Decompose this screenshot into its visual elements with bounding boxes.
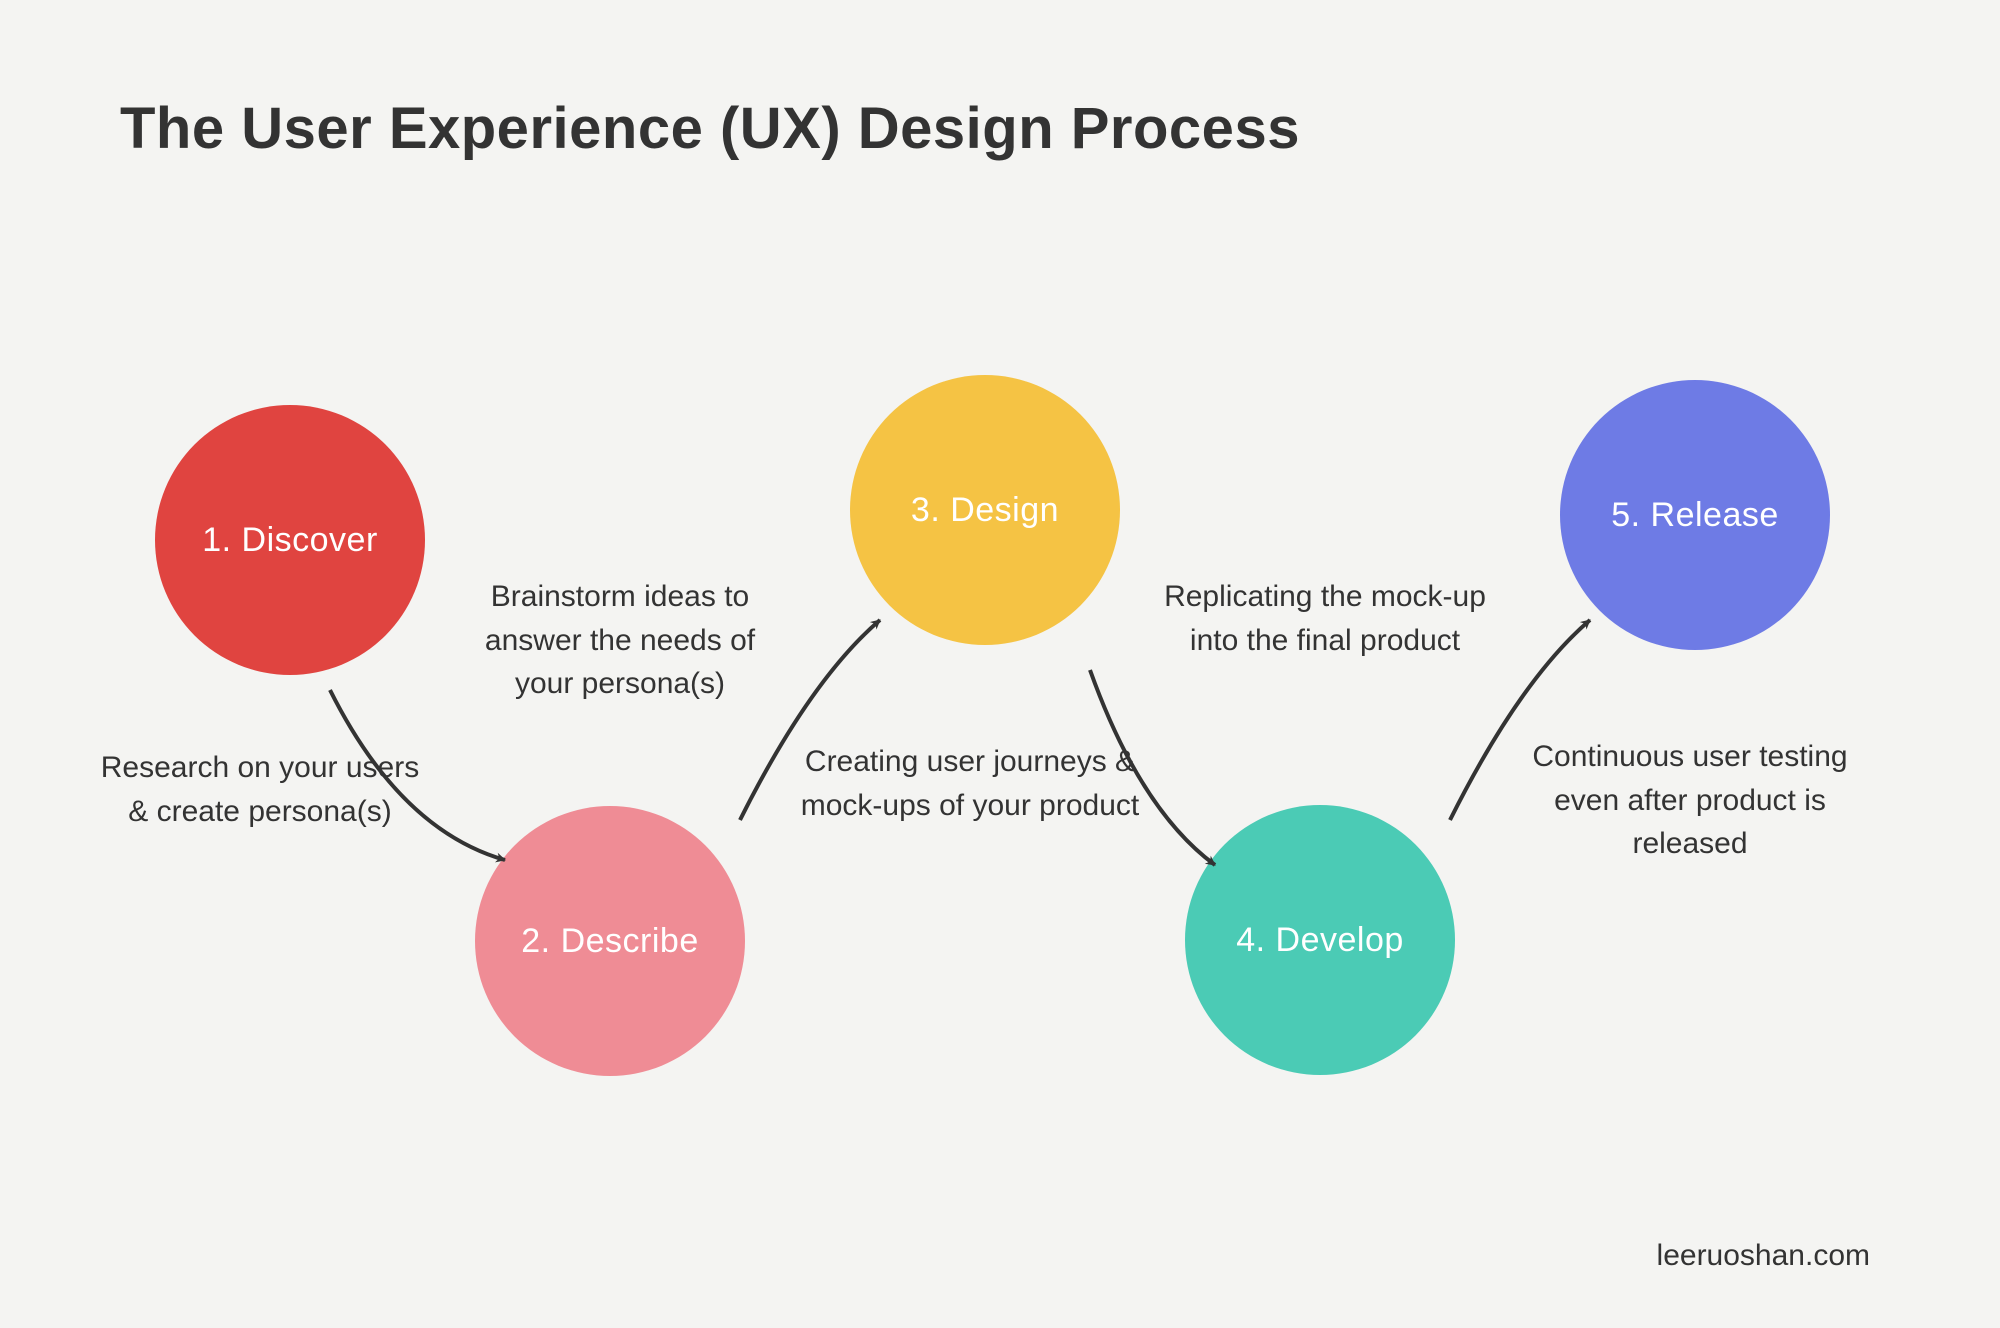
step-caption-develop: Replicating the mock-up into the final p… (1160, 575, 1490, 662)
step-circle-release: 5. Release (1560, 380, 1830, 650)
step-circle-develop: 4. Develop (1185, 805, 1455, 1075)
diagram-stage: The User Experience (UX) Design Process … (0, 0, 2000, 1328)
step-label: 4. Develop (1226, 920, 1414, 961)
step-label: 2. Describe (511, 921, 708, 962)
step-label: 5. Release (1601, 495, 1789, 536)
step-circle-design: 3. Design (850, 375, 1120, 645)
step-caption-describe: Brainstorm ideas to answer the needs of … (455, 575, 785, 706)
step-caption-design: Creating user journeys & mock-ups of you… (800, 740, 1140, 827)
attribution: leeruoshan.com (1657, 1239, 1870, 1273)
step-label: 3. Design (901, 490, 1069, 531)
step-label: 1. Discover (192, 520, 388, 561)
diagram-title: The User Experience (UX) Design Process (120, 95, 1300, 162)
step-caption-release: Continuous user testing even after produ… (1525, 735, 1855, 866)
step-circle-describe: 2. Describe (475, 806, 745, 1076)
step-caption-discover: Research on your users & create persona(… (100, 746, 420, 833)
step-circle-discover: 1. Discover (155, 405, 425, 675)
